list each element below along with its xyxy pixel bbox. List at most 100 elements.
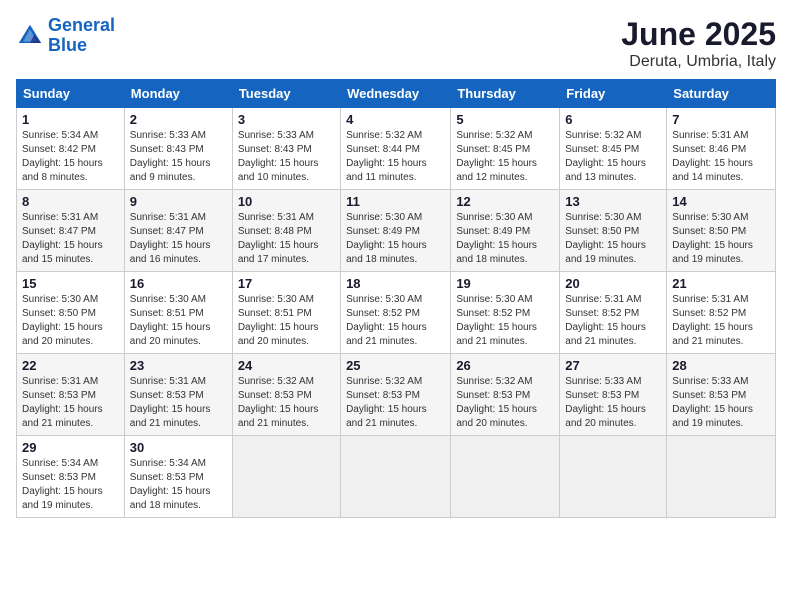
calendar-cell: 30Sunrise: 5:34 AMSunset: 8:53 PMDayligh… xyxy=(124,436,232,518)
calendar-cell xyxy=(667,436,776,518)
day-number: 28 xyxy=(672,358,770,373)
week-row-2: 8 Sunrise: 5:31 AMSunset: 8:47 PMDaylight… xyxy=(17,190,776,272)
day-detail: Sunrise: 5:30 AMSunset: 8:51 PMDaylight:… xyxy=(238,293,335,349)
week-row-5: 29Sunrise: 5:34 AMSunset: 8:53 PMDayligh… xyxy=(17,436,776,518)
logo: General Blue xyxy=(16,16,115,56)
calendar-cell: 18 Sunrise: 5:30 AMSunset: 8:52 PMDayligh… xyxy=(341,272,451,354)
day-detail: Sunrise: 5:33 AMSunset: 8:43 PMDaylight:… xyxy=(130,129,227,185)
calendar-cell: 3Sunrise: 5:33 AMSunset: 8:43 PMDaylight… xyxy=(232,108,340,190)
day-detail: Sunrise: 5:30 AMSunset: 8:49 PMDaylight:… xyxy=(346,211,445,267)
calendar-cell: 25 Sunrise: 5:32 AMSunset: 8:53 PMDayligh… xyxy=(341,354,451,436)
day-number: 24 xyxy=(238,358,335,373)
calendar-cell: 19Sunrise: 5:30 AMSunset: 8:52 PMDayligh… xyxy=(451,272,560,354)
calendar-cell xyxy=(232,436,340,518)
day-detail: Sunrise: 5:31 AMSunset: 8:53 PMDaylight:… xyxy=(22,375,119,431)
calendar-cell: 16 Sunrise: 5:30 AMSunset: 8:51 PMDayligh… xyxy=(124,272,232,354)
day-detail: Sunrise: 5:32 AMSunset: 8:45 PMDaylight:… xyxy=(565,129,661,185)
calendar-cell xyxy=(451,436,560,518)
day-number: 2 xyxy=(130,112,227,127)
calendar-cell: 17 Sunrise: 5:30 AMSunset: 8:51 PMDayligh… xyxy=(232,272,340,354)
day-detail: Sunrise: 5:31 AMSunset: 8:48 PMDaylight:… xyxy=(238,211,335,267)
day-detail: Sunrise: 5:30 AMSunset: 8:52 PMDaylight:… xyxy=(456,293,554,349)
calendar-table: SundayMondayTuesdayWednesdayThursdayFrid… xyxy=(16,79,776,518)
day-detail: Sunrise: 5:32 AMSunset: 8:53 PMDaylight:… xyxy=(238,375,335,431)
calendar-cell: 8 Sunrise: 5:31 AMSunset: 8:47 PMDaylight… xyxy=(17,190,125,272)
calendar-cell: 28 Sunrise: 5:33 AMSunset: 8:53 PMDayligh… xyxy=(667,354,776,436)
day-number: 25 xyxy=(346,358,445,373)
day-detail: Sunrise: 5:32 AMSunset: 8:53 PMDaylight:… xyxy=(346,375,445,431)
day-detail: Sunrise: 5:33 AMSunset: 8:43 PMDaylight:… xyxy=(238,129,335,185)
calendar-cell xyxy=(560,436,667,518)
day-header-friday: Friday xyxy=(560,80,667,108)
day-number: 10 xyxy=(238,194,335,209)
logo-text: General Blue xyxy=(48,16,115,56)
day-number: 26 xyxy=(456,358,554,373)
title-area: June 2025 Deruta, Umbria, Italy xyxy=(621,16,776,71)
day-detail: Sunrise: 5:31 AMSunset: 8:52 PMDaylight:… xyxy=(565,293,661,349)
calendar-cell: 4 Sunrise: 5:32 AMSunset: 8:44 PMDaylight… xyxy=(341,108,451,190)
day-number: 23 xyxy=(130,358,227,373)
day-header-monday: Monday xyxy=(124,80,232,108)
day-detail: Sunrise: 5:30 AMSunset: 8:52 PMDaylight:… xyxy=(346,293,445,349)
day-number: 11 xyxy=(346,194,445,209)
day-detail: Sunrise: 5:31 AMSunset: 8:47 PMDaylight:… xyxy=(22,211,119,267)
day-detail: Sunrise: 5:30 AMSunset: 8:50 PMDaylight:… xyxy=(672,211,770,267)
logo-line1: General xyxy=(48,15,115,35)
day-detail: Sunrise: 5:31 AMSunset: 8:52 PMDaylight:… xyxy=(672,293,770,349)
day-detail: Sunrise: 5:34 AMSunset: 8:53 PMDaylight:… xyxy=(22,457,119,513)
logo-icon xyxy=(16,22,44,50)
calendar-cell: 23Sunrise: 5:31 AMSunset: 8:53 PMDayligh… xyxy=(124,354,232,436)
day-detail: Sunrise: 5:30 AMSunset: 8:51 PMDaylight:… xyxy=(130,293,227,349)
page-header: General Blue June 2025 Deruta, Umbria, I… xyxy=(16,16,776,71)
calendar-cell: 27Sunrise: 5:33 AMSunset: 8:53 PMDayligh… xyxy=(560,354,667,436)
subtitle: Deruta, Umbria, Italy xyxy=(621,53,776,71)
day-number: 8 xyxy=(22,194,119,209)
day-header-thursday: Thursday xyxy=(451,80,560,108)
calendar-cell: 14 Sunrise: 5:30 AMSunset: 8:50 PMDayligh… xyxy=(667,190,776,272)
week-row-1: 1 Sunrise: 5:34 AMSunset: 8:42 PMDaylight… xyxy=(17,108,776,190)
day-header-saturday: Saturday xyxy=(667,80,776,108)
day-number: 9 xyxy=(130,194,227,209)
calendar-cell: 10 Sunrise: 5:31 AMSunset: 8:48 PMDayligh… xyxy=(232,190,340,272)
day-header-sunday: Sunday xyxy=(17,80,125,108)
day-number: 4 xyxy=(346,112,445,127)
calendar-cell: 26Sunrise: 5:32 AMSunset: 8:53 PMDayligh… xyxy=(451,354,560,436)
day-number: 1 xyxy=(22,112,119,127)
day-detail: Sunrise: 5:34 AMSunset: 8:42 PMDaylight:… xyxy=(22,129,119,185)
day-number: 18 xyxy=(346,276,445,291)
calendar-cell: 9 Sunrise: 5:31 AMSunset: 8:47 PMDaylight… xyxy=(124,190,232,272)
day-detail: Sunrise: 5:30 AMSunset: 8:49 PMDaylight:… xyxy=(456,211,554,267)
calendar-cell: 5 Sunrise: 5:32 AMSunset: 8:45 PMDaylight… xyxy=(451,108,560,190)
day-number: 14 xyxy=(672,194,770,209)
day-number: 7 xyxy=(672,112,770,127)
day-number: 22 xyxy=(22,358,119,373)
day-detail: Sunrise: 5:32 AMSunset: 8:45 PMDaylight:… xyxy=(456,129,554,185)
calendar-cell: 6 Sunrise: 5:32 AMSunset: 8:45 PMDaylight… xyxy=(560,108,667,190)
main-title: June 2025 xyxy=(621,16,776,53)
calendar-cell: 13Sunrise: 5:30 AMSunset: 8:50 PMDayligh… xyxy=(560,190,667,272)
calendar-cell: 1 Sunrise: 5:34 AMSunset: 8:42 PMDaylight… xyxy=(17,108,125,190)
day-number: 17 xyxy=(238,276,335,291)
calendar-cell xyxy=(341,436,451,518)
calendar-cell: 15 Sunrise: 5:30 AMSunset: 8:50 PMDayligh… xyxy=(17,272,125,354)
day-detail: Sunrise: 5:31 AMSunset: 8:47 PMDaylight:… xyxy=(130,211,227,267)
calendar-cell: 7 Sunrise: 5:31 AMSunset: 8:46 PMDaylight… xyxy=(667,108,776,190)
day-detail: Sunrise: 5:30 AMSunset: 8:50 PMDaylight:… xyxy=(22,293,119,349)
day-header-wednesday: Wednesday xyxy=(341,80,451,108)
day-number: 15 xyxy=(22,276,119,291)
day-number: 13 xyxy=(565,194,661,209)
calendar-cell: 29Sunrise: 5:34 AMSunset: 8:53 PMDayligh… xyxy=(17,436,125,518)
logo-line2: Blue xyxy=(48,35,87,55)
day-number: 30 xyxy=(130,440,227,455)
calendar-cell: 22 Sunrise: 5:31 AMSunset: 8:53 PMDayligh… xyxy=(17,354,125,436)
day-number: 16 xyxy=(130,276,227,291)
calendar-cell: 21Sunrise: 5:31 AMSunset: 8:52 PMDayligh… xyxy=(667,272,776,354)
day-number: 5 xyxy=(456,112,554,127)
day-detail: Sunrise: 5:32 AMSunset: 8:44 PMDaylight:… xyxy=(346,129,445,185)
day-detail: Sunrise: 5:31 AMSunset: 8:46 PMDaylight:… xyxy=(672,129,770,185)
calendar-cell: 24 Sunrise: 5:32 AMSunset: 8:53 PMDayligh… xyxy=(232,354,340,436)
calendar-cell: 11 Sunrise: 5:30 AMSunset: 8:49 PMDayligh… xyxy=(341,190,451,272)
day-detail: Sunrise: 5:33 AMSunset: 8:53 PMDaylight:… xyxy=(672,375,770,431)
week-row-3: 15 Sunrise: 5:30 AMSunset: 8:50 PMDayligh… xyxy=(17,272,776,354)
day-number: 6 xyxy=(565,112,661,127)
